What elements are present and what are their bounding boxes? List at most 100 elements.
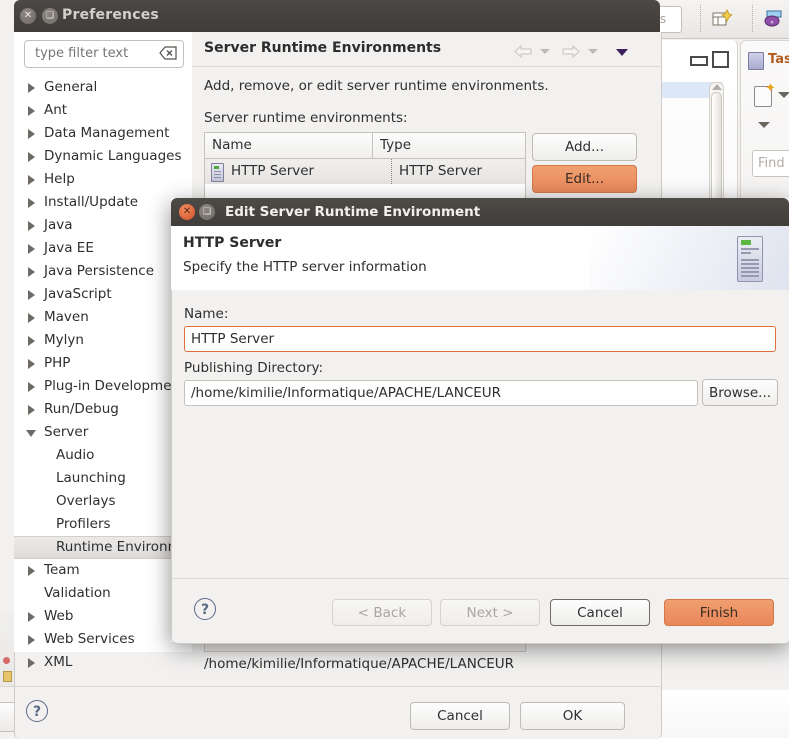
filter-field-wrapper[interactable] bbox=[24, 40, 184, 68]
tree-item-plug-in-development[interactable]: Plug-in Development bbox=[14, 375, 192, 398]
tree-item-ant[interactable]: Ant bbox=[14, 99, 192, 122]
dialog-footer: ? < Back Next > Cancel Finish bbox=[171, 578, 789, 644]
tree-item-run-debug[interactable]: Run/Debug bbox=[14, 398, 192, 421]
cancel-button[interactable]: Cancel bbox=[550, 599, 650, 626]
tree-item-label: Maven bbox=[44, 309, 89, 325]
tree-item-profilers[interactable]: Profilers bbox=[14, 513, 192, 536]
column-header-name[interactable]: Name bbox=[205, 133, 373, 158]
cancel-button[interactable]: Cancel bbox=[410, 702, 510, 730]
add-button[interactable]: Add... bbox=[532, 133, 637, 161]
name-label: Name: bbox=[184, 306, 229, 322]
back-button[interactable]: < Back bbox=[332, 599, 432, 626]
chevron-right-icon[interactable] bbox=[28, 405, 35, 415]
tree-item-audio[interactable]: Audio bbox=[14, 444, 192, 467]
cell-name[interactable]: HTTP Server bbox=[205, 159, 392, 184]
dialog-header: HTTP Server Specify the HTTP server info… bbox=[171, 226, 789, 291]
next-button[interactable]: Next > bbox=[440, 599, 540, 626]
tree-item-dynamic-languages[interactable]: Dynamic Languages bbox=[14, 145, 192, 168]
tree-item-data-management[interactable]: Data Management bbox=[14, 122, 192, 145]
back-dropdown-icon[interactable] bbox=[540, 49, 550, 54]
tree-item-java-ee[interactable]: Java EE bbox=[14, 237, 192, 260]
chevron-right-icon[interactable] bbox=[28, 267, 35, 277]
tree-item-label: Plug-in Development bbox=[44, 378, 186, 394]
tree-item-xml[interactable]: XML bbox=[14, 651, 192, 674]
ok-button[interactable]: OK bbox=[520, 702, 625, 730]
chevron-right-icon[interactable] bbox=[28, 382, 35, 392]
forward-arrow-icon[interactable] bbox=[562, 44, 580, 59]
chevron-right-icon[interactable] bbox=[28, 152, 35, 162]
new-wizard-icon[interactable] bbox=[712, 8, 734, 29]
help-button[interactable]: ? bbox=[26, 700, 48, 722]
tree-item-overlays[interactable]: Overlays bbox=[14, 490, 192, 513]
finish-button[interactable]: Finish bbox=[664, 599, 774, 626]
tree-item-java-persistence[interactable]: Java Persistence bbox=[14, 260, 192, 283]
preferences-tree[interactable]: General Ant Data Management Dynamic Languag… bbox=[14, 76, 192, 696]
back-arrow-icon[interactable] bbox=[514, 44, 532, 59]
chevron-right-icon[interactable] bbox=[28, 198, 35, 208]
tree-item-label: Dynamic Languages bbox=[44, 148, 182, 164]
chevron-down-icon[interactable] bbox=[778, 92, 789, 98]
edit-server-runtime-dialog: ✕ ❑ Edit Server Runtime Environment HTTP… bbox=[171, 198, 789, 644]
view-menu-icon[interactable] bbox=[616, 49, 628, 56]
page-subtitle: Server runtime environments: bbox=[204, 110, 408, 126]
clear-icon[interactable] bbox=[159, 46, 177, 60]
chevron-right-icon[interactable] bbox=[28, 221, 35, 231]
filter-input[interactable] bbox=[33, 45, 157, 62]
chevron-right-icon[interactable] bbox=[28, 290, 35, 300]
tree-item-maven[interactable]: Maven bbox=[14, 306, 192, 329]
tree-item-javascript[interactable]: JavaScript bbox=[14, 283, 192, 306]
editor-scrollbar-thumb[interactable] bbox=[711, 92, 722, 204]
tree-item-validation[interactable]: Validation bbox=[14, 582, 192, 605]
chevron-right-icon[interactable] bbox=[28, 359, 35, 369]
table-row[interactable]: HTTP Server HTTP Server bbox=[205, 159, 525, 184]
tree-item-label: Web bbox=[44, 608, 74, 624]
tree-item-web[interactable]: Web bbox=[14, 605, 192, 628]
chevron-right-icon[interactable] bbox=[28, 658, 35, 668]
tree-item-label: Mylyn bbox=[44, 332, 84, 348]
restore-icon[interactable] bbox=[712, 51, 729, 68]
forward-dropdown-icon[interactable] bbox=[588, 49, 598, 54]
chevron-right-icon[interactable] bbox=[28, 612, 35, 622]
chevron-down-icon[interactable] bbox=[26, 430, 36, 442]
tree-item-java[interactable]: Java bbox=[14, 214, 192, 237]
name-input[interactable] bbox=[184, 326, 776, 352]
chevron-right-icon[interactable] bbox=[28, 175, 35, 185]
chevron-right-icon[interactable] bbox=[28, 336, 35, 346]
close-icon-glyph: ✕ bbox=[23, 10, 33, 21]
browse-button[interactable]: Browse... bbox=[702, 379, 778, 406]
debug-icon[interactable]: « bbox=[764, 9, 784, 29]
chevron-right-icon[interactable] bbox=[28, 566, 35, 576]
tree-item-label: Server bbox=[44, 424, 89, 440]
help-button[interactable]: ? bbox=[194, 598, 216, 620]
chevron-right-icon[interactable] bbox=[28, 83, 35, 93]
cell-name-text: HTTP Server bbox=[231, 163, 315, 179]
minimize-icon[interactable] bbox=[690, 56, 708, 66]
tree-item-web-services[interactable]: Web Services bbox=[14, 628, 192, 651]
close-icon-glyph: ✕ bbox=[182, 206, 192, 217]
view-menu-icon[interactable] bbox=[758, 122, 770, 128]
tree-item-server[interactable]: Server bbox=[14, 421, 192, 444]
tasks-find-input[interactable]: Find bbox=[752, 150, 789, 177]
tree-item-install-update[interactable]: Install/Update bbox=[14, 191, 192, 214]
scroll-up-icon[interactable] bbox=[712, 84, 722, 90]
chevron-right-icon[interactable] bbox=[28, 106, 35, 116]
tasks-view-icon bbox=[748, 52, 764, 70]
publishing-directory-input[interactable] bbox=[184, 380, 698, 406]
column-header-type[interactable]: Type bbox=[373, 133, 525, 158]
tree-item-label: Runtime Environme bbox=[56, 539, 190, 555]
chevron-right-icon[interactable] bbox=[28, 129, 35, 139]
chevron-right-icon[interactable] bbox=[28, 244, 35, 254]
tree-item-mylyn[interactable]: Mylyn bbox=[14, 329, 192, 352]
tree-item-runtime-environme[interactable]: Runtime Environme bbox=[14, 536, 192, 559]
chevron-right-icon[interactable] bbox=[28, 635, 35, 645]
tree-item-label: Web Services bbox=[44, 631, 135, 647]
edit-button[interactable]: Edit... bbox=[532, 165, 637, 193]
tree-item-label: Overlays bbox=[56, 493, 116, 509]
tree-item-php[interactable]: PHP bbox=[14, 352, 192, 375]
tree-item-label: Data Management bbox=[44, 125, 170, 141]
tree-item-help[interactable]: Help bbox=[14, 168, 192, 191]
tree-item-launching[interactable]: Launching bbox=[14, 467, 192, 490]
tree-item-general[interactable]: General bbox=[14, 76, 192, 99]
chevron-right-icon[interactable] bbox=[28, 313, 35, 323]
tree-item-team[interactable]: Team bbox=[14, 559, 192, 582]
